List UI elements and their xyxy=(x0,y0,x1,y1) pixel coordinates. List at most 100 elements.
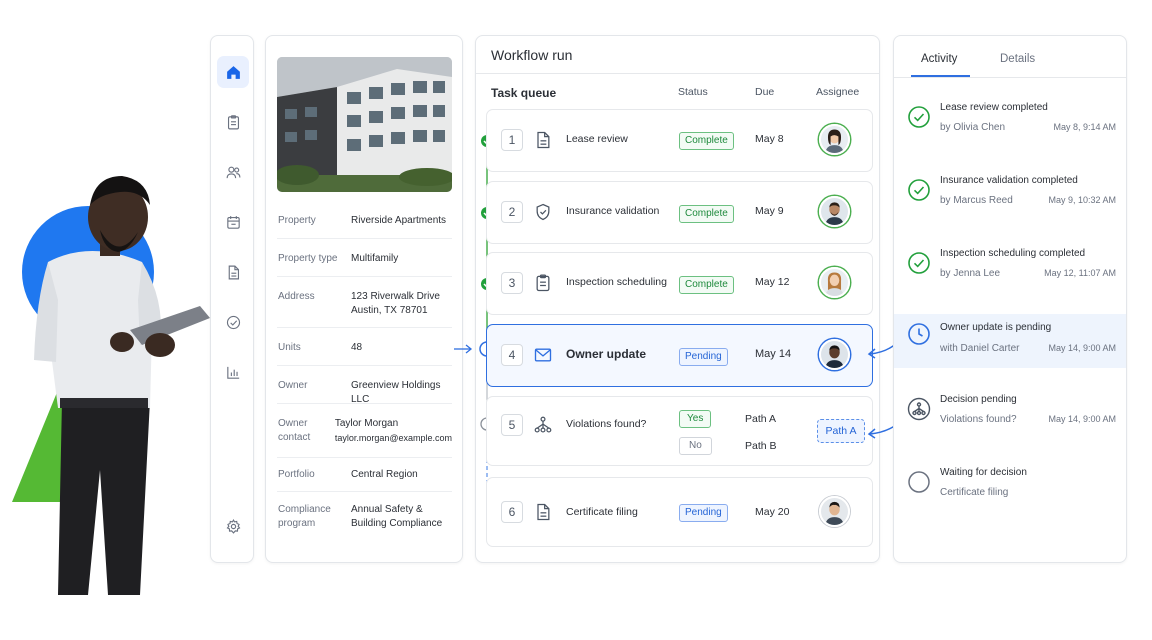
tab-activity[interactable]: Activity xyxy=(921,53,957,65)
users-icon xyxy=(226,166,240,178)
property-row: Owner contact Taylor Morgan taylor.morgan… xyxy=(277,404,452,458)
avatar[interactable] xyxy=(819,124,850,155)
event-subtitle: by Jenna Lee xyxy=(940,268,1001,279)
avatar[interactable] xyxy=(819,267,850,298)
event-timestamp: May 14, 9:00 AM xyxy=(1048,414,1116,424)
activity-event[interactable]: Lease review completed by Olivia Chen Ma… xyxy=(894,102,1126,156)
decorative-person-illustration xyxy=(12,176,210,595)
task-row[interactable]: 6 Certificate filing Pending May 20 xyxy=(486,477,873,547)
path-b-label: Path B xyxy=(745,440,777,452)
avatar[interactable] xyxy=(819,196,850,227)
event-title: Insurance validation completed xyxy=(940,175,1078,186)
decision-tree-icon xyxy=(534,416,552,433)
activity-panel: Activity Details Lease review completed … xyxy=(893,35,1127,563)
task-due-date: May 8 xyxy=(755,133,784,145)
property-row-value: Multifamily xyxy=(351,253,399,264)
property-row-label: Owner contact xyxy=(278,418,311,443)
sidebar-item-tasks[interactable] xyxy=(217,106,249,138)
sidebar-item-approvals[interactable] xyxy=(217,306,249,338)
task-number: 3 xyxy=(501,272,523,294)
status-badge: Pending xyxy=(679,348,728,366)
task-row[interactable]: 3 Inspection scheduling Complete May 12 xyxy=(486,252,873,315)
decision-yes-option[interactable]: Yes xyxy=(679,410,712,428)
sidebar-item-documents[interactable] xyxy=(217,256,249,288)
property-row-label: Units xyxy=(278,342,301,353)
sidebar-item-home[interactable] xyxy=(217,56,249,88)
property-row-label: Property type xyxy=(278,253,338,264)
property-row: Property type Multifamily xyxy=(277,239,452,277)
property-attribute-list: Property Riverside Apartments Property t… xyxy=(277,201,452,536)
property-row: Units 48 xyxy=(277,328,452,366)
event-subtitle: by Marcus Reed xyxy=(940,195,1013,206)
activity-event[interactable]: Insurance validation completed by Marcus… xyxy=(894,175,1126,229)
activity-event-highlighted[interactable]: Owner update is pending with Daniel Cart… xyxy=(894,314,1126,368)
activity-event[interactable]: Decision pending Violations found? May 1… xyxy=(894,394,1126,448)
decision-no-option[interactable]: No xyxy=(679,437,712,455)
empty-circle-icon xyxy=(908,471,930,493)
document-icon xyxy=(537,503,550,521)
divider xyxy=(894,77,1126,78)
event-title: Owner update is pending xyxy=(940,322,1052,333)
compliance-label-2: program xyxy=(278,518,316,529)
owner-contact-name: Taylor Morgan xyxy=(334,418,399,429)
property-row-value: 48 xyxy=(351,342,363,353)
task-name: Violations found? xyxy=(566,418,647,430)
task-due-date: May 9 xyxy=(755,205,784,217)
task-row[interactable]: 1 Lease review Complete May 8 xyxy=(486,109,873,172)
property-row-value: Taylor Morgan taylor.morgan@example.com xyxy=(335,417,452,457)
task-row-active[interactable]: 4 Owner update Pending May 14 xyxy=(486,324,873,387)
document-icon xyxy=(228,265,239,279)
event-subtitle: Violations found? xyxy=(940,414,1017,425)
event-title: Decision pending xyxy=(940,394,1017,405)
event-title: Inspection scheduling completed xyxy=(940,248,1086,259)
task-row[interactable]: 2 Insurance validation Complete May 9 xyxy=(486,181,873,244)
status-badge: Complete xyxy=(679,276,734,294)
property-row: Owner Greenview Holdings LLC xyxy=(277,366,452,405)
task-name: Owner update xyxy=(566,347,647,361)
property-row-label: Owner xyxy=(278,380,308,391)
column-header-assignee: Assignee xyxy=(816,86,860,98)
event-timestamp: May 8, 9:14 AM xyxy=(1053,122,1116,132)
document-icon xyxy=(537,131,550,149)
task-row-decision[interactable]: 5 Violations found? Yes No Path A Path B… xyxy=(486,396,873,466)
task-name: Lease review xyxy=(566,133,628,145)
settings-gear-icon xyxy=(226,518,240,534)
shield-icon xyxy=(536,203,550,221)
sidebar-item-calendar[interactable] xyxy=(217,206,249,238)
avatar[interactable] xyxy=(819,496,850,527)
property-row-label: Address xyxy=(278,291,315,302)
sidebar-nav xyxy=(210,35,254,563)
property-row-label: Portfolio xyxy=(278,469,315,480)
home-icon xyxy=(226,65,240,79)
property-row-value: 123 Riverwalk Drive Austin, TX 78701 xyxy=(351,290,452,327)
clipboard-icon xyxy=(227,114,239,129)
property-photo xyxy=(277,57,452,192)
sidebar-item-reports[interactable] xyxy=(217,356,249,388)
status-badge: Complete xyxy=(679,205,734,223)
task-due-date: May 20 xyxy=(755,506,790,518)
clipboard-icon xyxy=(536,274,550,292)
property-details-card: Property Riverside Apartments Property t… xyxy=(265,35,463,563)
tab-details[interactable]: Details xyxy=(1000,53,1035,65)
sidebar-item-settings[interactable] xyxy=(217,510,249,542)
property-row: Compliance program Annual Safety & Buildin… xyxy=(277,492,452,536)
avatar[interactable] xyxy=(819,339,850,370)
address-line-2: Austin, TX 78701 xyxy=(351,305,428,316)
property-row-value: Greenview Holdings LLC xyxy=(351,380,441,405)
event-subtitle: by Olivia Chen xyxy=(940,122,1006,133)
compliance-value-2: Building Compliance xyxy=(351,518,443,529)
task-number: 2 xyxy=(501,201,523,223)
owner-contact-email[interactable]: taylor.morgan@example.com xyxy=(335,431,452,445)
selected-path-chip[interactable]: Path A xyxy=(817,419,865,443)
task-name: Certificate filing xyxy=(566,506,638,518)
bar-chart-icon xyxy=(226,366,239,379)
check-circle-icon xyxy=(908,252,930,274)
property-row-label: Compliance program xyxy=(278,503,351,536)
task-number: 4 xyxy=(501,344,523,366)
compliance-value-1: Annual Safety & xyxy=(351,504,423,515)
sidebar-item-users[interactable] xyxy=(217,156,249,188)
activity-event[interactable]: Inspection scheduling completed by Jenna… xyxy=(894,248,1126,302)
event-timestamp: May 9, 10:32 AM xyxy=(1048,195,1116,205)
activity-event[interactable]: Waiting for decision Certificate filing xyxy=(894,467,1126,521)
task-number: 1 xyxy=(501,129,523,151)
